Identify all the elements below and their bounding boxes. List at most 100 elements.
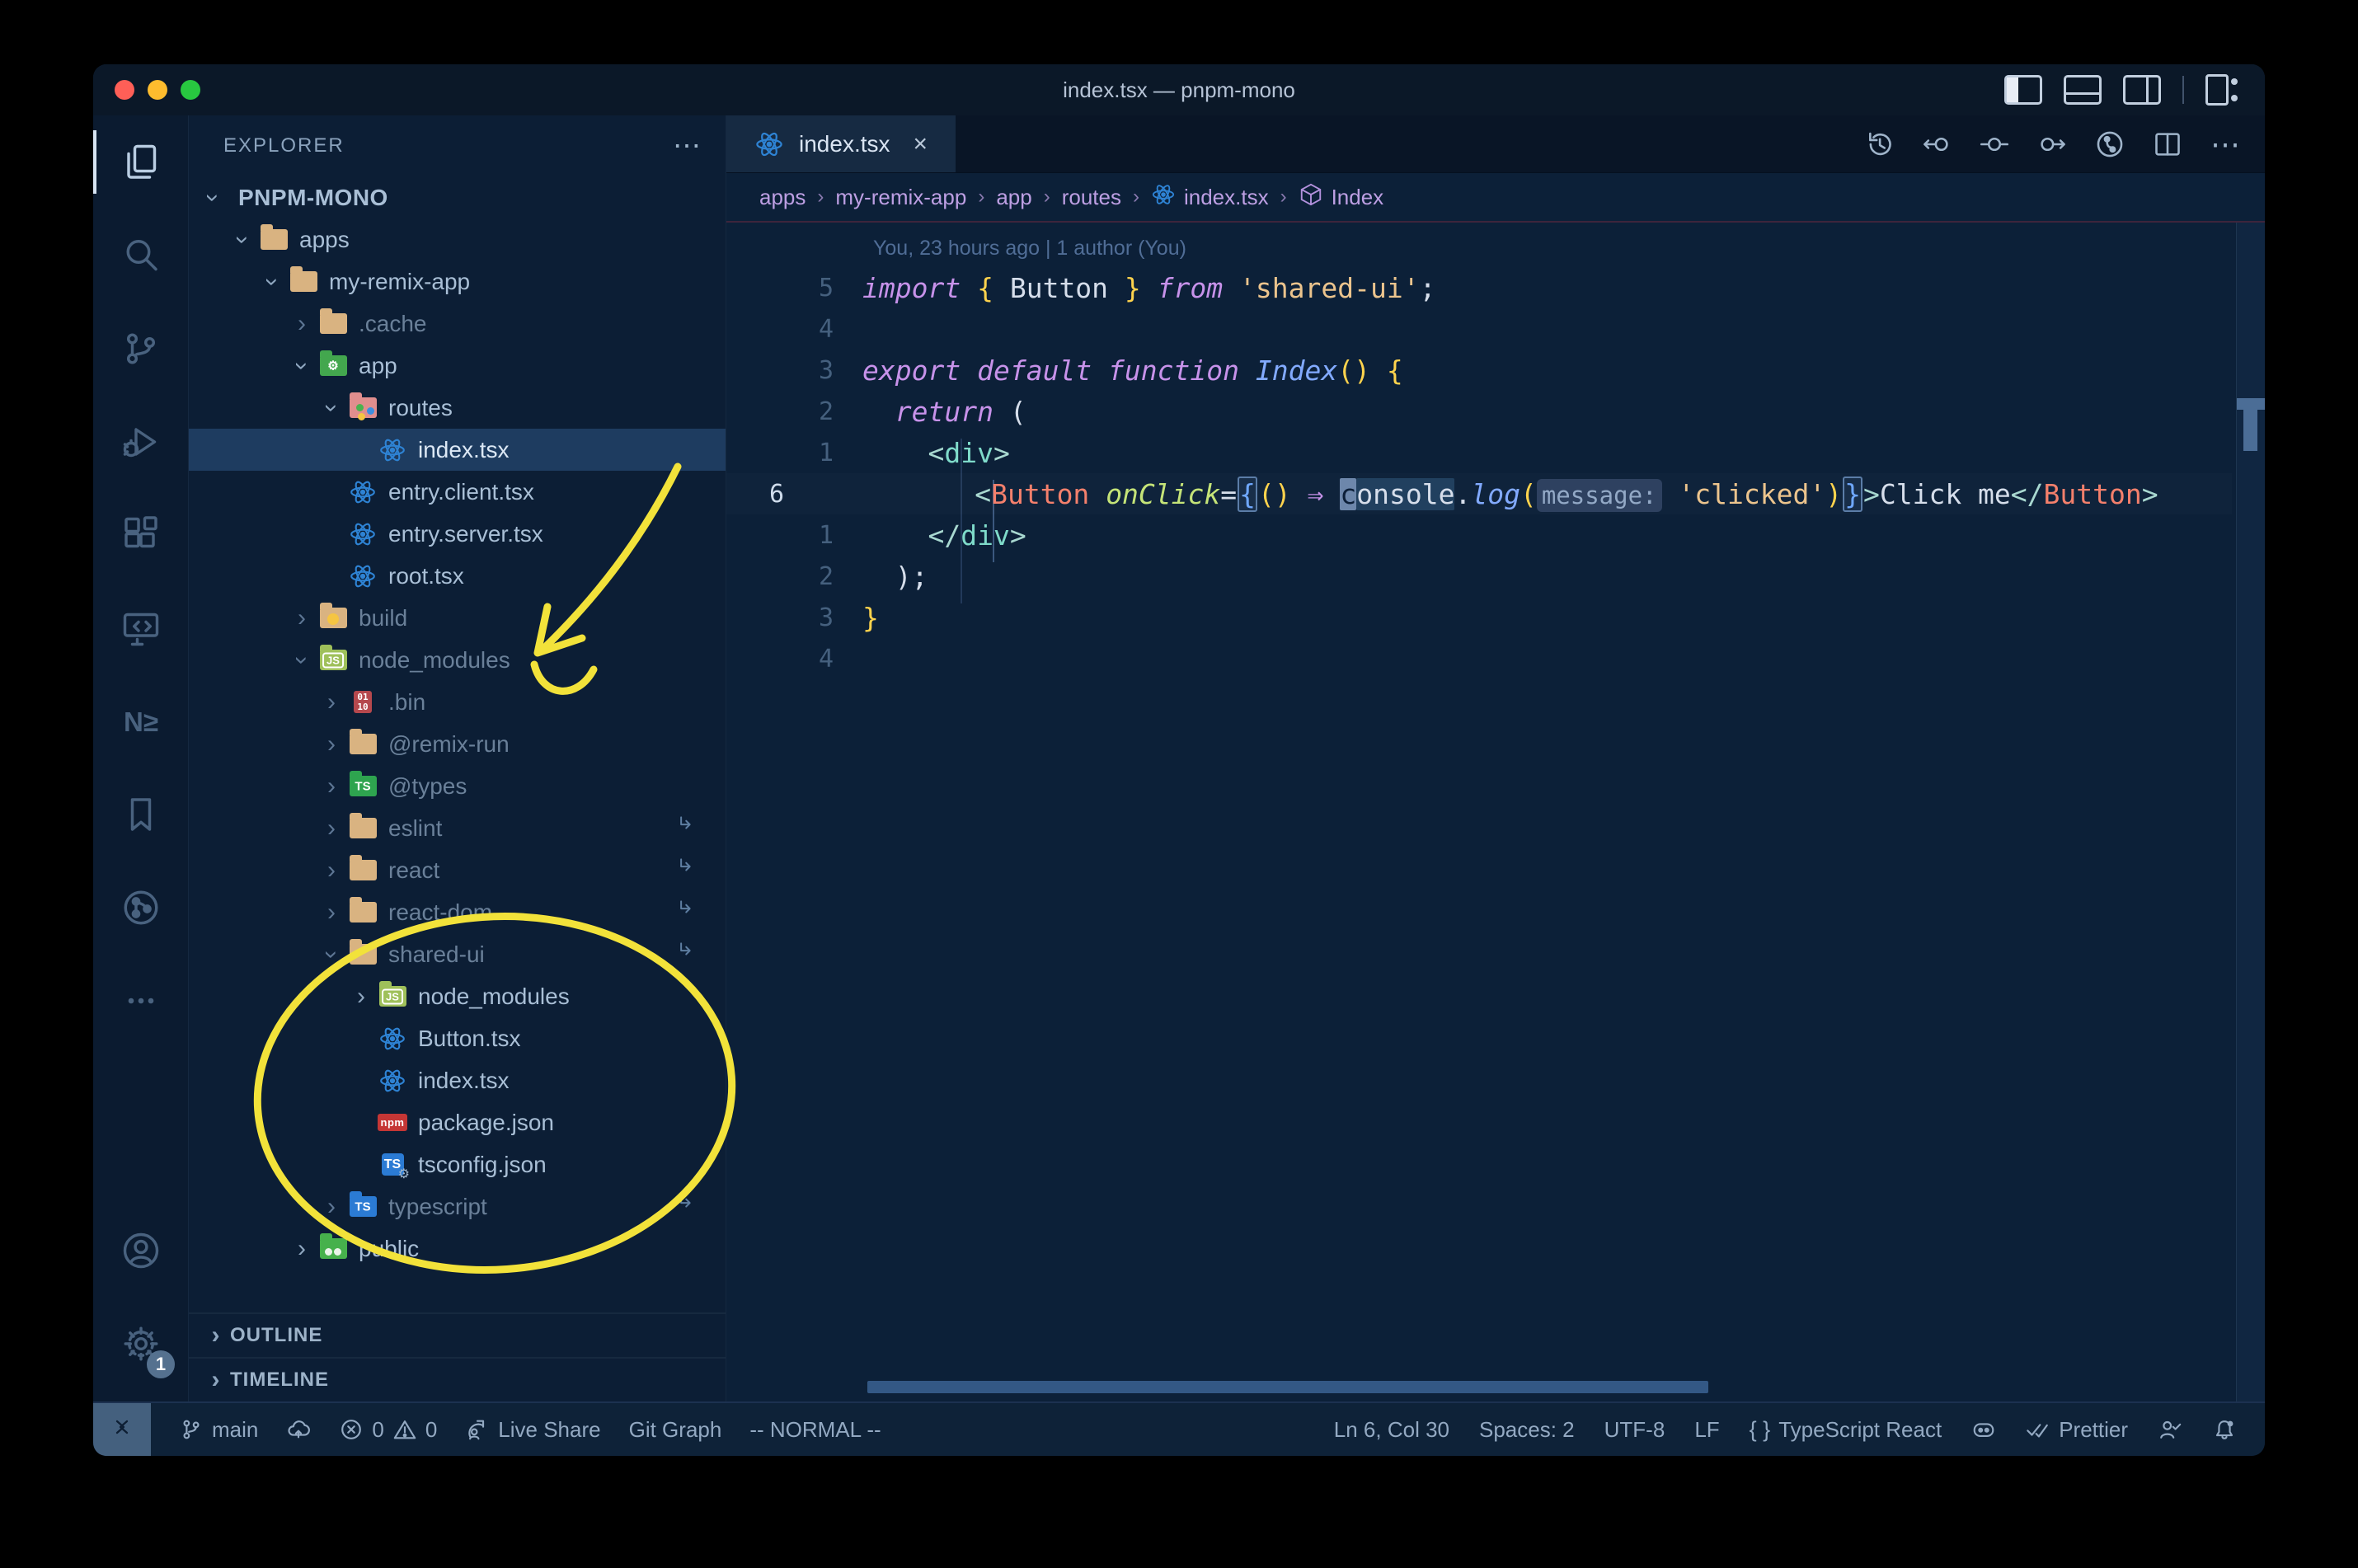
- status-git-graph[interactable]: Git Graph: [629, 1403, 722, 1456]
- prev-change-icon[interactable]: [1922, 129, 1952, 159]
- activity-item-bookmarks[interactable]: [93, 768, 188, 861]
- folder-tan-icon: [317, 308, 349, 338]
- tree-item-typescript[interactable]: › TS typescript: [189, 1185, 726, 1228]
- breadcrumb-item-routes[interactable]: routes: [1062, 185, 1121, 210]
- tree-item-build[interactable]: › build: [189, 597, 726, 639]
- file-npm-icon: npm: [377, 1109, 408, 1137]
- chevron-right-icon: ›: [327, 856, 336, 884]
- activity-item-search[interactable]: [93, 209, 188, 302]
- code-line-6[interactable]: 6 <Button onClick={() ⇒ console.log(mess…: [726, 473, 2232, 514]
- code-line-4[interactable]: 4: [726, 638, 2232, 679]
- tree-item-public[interactable]: › public: [189, 1228, 726, 1270]
- changes-icon[interactable]: [1980, 129, 2009, 159]
- status-problems[interactable]: 00: [339, 1403, 437, 1456]
- sidebar-sections: › OUTLINE › TIMELINE: [189, 1312, 726, 1401]
- tree-item-apps[interactable]: › apps: [189, 218, 726, 261]
- tree-item-routes[interactable]: › routes: [189, 387, 726, 429]
- status-git-branch[interactable]: main: [179, 1403, 258, 1456]
- code-line-5[interactable]: 5 import { Button } from 'shared-ui';: [726, 267, 2232, 308]
- tree-item-eslint[interactable]: › eslint: [189, 807, 726, 849]
- tree-item-shared-ui[interactable]: › shared-ui: [189, 933, 726, 975]
- tree-item-app[interactable]: › ⚙ app: [189, 345, 726, 387]
- tree-item--bin[interactable]: › 01 10 .bin: [189, 681, 726, 723]
- toggle-panel-icon[interactable]: [2064, 75, 2102, 105]
- toggle-sidebar-icon[interactable]: [2004, 75, 2042, 105]
- tree-item-node-modules[interactable]: › JS node_modules: [189, 639, 726, 681]
- activity-item-accounts[interactable]: [93, 1204, 188, 1297]
- code-line-1[interactable]: 1 </div>: [726, 514, 2232, 556]
- tree-item-index-tsx[interactable]: ›index.tsx: [189, 1059, 726, 1101]
- status-encoding[interactable]: UTF-8: [1604, 1403, 1665, 1456]
- status-eol[interactable]: LF: [1694, 1403, 1719, 1456]
- history-icon[interactable]: [1864, 129, 1894, 159]
- tree-item-pnpm-mono[interactable]: › PNPM-MONO: [189, 176, 726, 218]
- status-label: 0: [372, 1416, 384, 1442]
- status-vim-mode[interactable]: -- NORMAL --: [749, 1403, 881, 1456]
- status-formatter-prettier[interactable]: Prettier: [2026, 1403, 2128, 1456]
- commit-graph-icon[interactable]: [2095, 129, 2125, 159]
- vertical-scrollbar[interactable]: [2236, 223, 2265, 1401]
- horizontal-scrollbar[interactable]: [867, 1381, 1708, 1393]
- chevron-right-icon: ›: [327, 772, 336, 800]
- activity-item-source-control[interactable]: [93, 302, 188, 395]
- tree-item-my-remix-app[interactable]: › my-remix-app: [189, 261, 726, 303]
- breadcrumb-item-index[interactable]: Index: [1299, 182, 1383, 213]
- status-publish[interactable]: [286, 1403, 311, 1456]
- code-line-3[interactable]: 3}: [726, 597, 2232, 638]
- toggle-secondary-sidebar-icon[interactable]: [2123, 75, 2161, 105]
- svg-text:N≥: N≥: [124, 707, 158, 737]
- code-line-2[interactable]: 2 return (: [726, 391, 2232, 432]
- breadcrumb-item-app[interactable]: app: [996, 185, 1031, 210]
- status-notifications[interactable]: [2212, 1403, 2237, 1456]
- tree-item-react[interactable]: › react: [189, 849, 726, 891]
- breadcrumb-item-my-remix-app[interactable]: my-remix-app: [835, 185, 966, 210]
- activity-item-gitlens[interactable]: [93, 861, 188, 954]
- section-outline[interactable]: › OUTLINE: [189, 1312, 726, 1357]
- code-line-2[interactable]: 2 );: [726, 556, 2232, 597]
- status-remote-indicator[interactable]: [93, 1403, 151, 1456]
- activity-item-nx-console[interactable]: N≥: [93, 674, 188, 768]
- activity-item-run-debug[interactable]: [93, 395, 188, 488]
- tab-index-tsx[interactable]: index.tsx ×: [726, 115, 956, 172]
- activity-item-explorer[interactable]: [93, 115, 188, 209]
- code-line-1[interactable]: 1 <div>: [726, 432, 2232, 473]
- status-indentation[interactable]: Spaces: 2: [1479, 1403, 1575, 1456]
- status-live-share[interactable]: Live Share: [465, 1403, 601, 1456]
- tree-item-label: routes: [388, 394, 453, 420]
- split-editor-icon[interactable]: [2153, 129, 2182, 159]
- tree-item--cache[interactable]: › .cache: [189, 303, 726, 345]
- activity-item-extensions[interactable]: [93, 488, 188, 581]
- breadcrumb-item-apps[interactable]: apps: [759, 185, 806, 210]
- tree-item-react-dom[interactable]: › react-dom: [189, 891, 726, 933]
- code-line-4[interactable]: 4: [726, 308, 2232, 350]
- status-copilot[interactable]: [1971, 1403, 1996, 1456]
- status-cursor-position[interactable]: Ln 6, Col 30: [1334, 1403, 1449, 1456]
- tree-item-tsconfig-json[interactable]: ›TS⚙tsconfig.json: [189, 1143, 726, 1185]
- tree-item-entry-server-tsx[interactable]: ›entry.server.tsx: [189, 513, 726, 555]
- code-line-3[interactable]: 3 export default function Index() {: [726, 350, 2232, 391]
- next-change-icon[interactable]: [2037, 129, 2067, 159]
- customize-layout-icon[interactable]: [2205, 74, 2238, 106]
- editor-more-actions-icon[interactable]: ⋯: [2210, 127, 2242, 162]
- tree-item-root-tsx[interactable]: ›root.tsx: [189, 555, 726, 597]
- breadcrumb-item-index-tsx[interactable]: index.tsx: [1151, 182, 1269, 213]
- explorer-more-actions-icon[interactable]: ⋯: [673, 129, 702, 162]
- tree-item-package-json[interactable]: ›npmpackage.json: [189, 1101, 726, 1143]
- tree-item--types[interactable]: › TS @types: [189, 765, 726, 807]
- status-language-mode[interactable]: { } TypeScript React: [1750, 1403, 1942, 1456]
- close-tab-icon[interactable]: ×: [914, 130, 928, 158]
- tree-item-index-tsx[interactable]: ›index.tsx: [189, 429, 726, 471]
- line-number: 1: [818, 438, 834, 467]
- folder-tan-icon: [347, 897, 378, 927]
- section-timeline[interactable]: › TIMELINE: [189, 1357, 726, 1401]
- line-number: 4: [818, 314, 834, 344]
- tree-item-entry-client-tsx[interactable]: ›entry.client.tsx: [189, 471, 726, 513]
- code-area[interactable]: You, 23 hours ago | 1 author (You) 5 impor…: [726, 223, 2265, 1401]
- activity-item-settings[interactable]: 1: [93, 1297, 188, 1390]
- tree-item-button-tsx[interactable]: ›Button.tsx: [189, 1017, 726, 1059]
- tree-item--remix-run[interactable]: › @remix-run: [189, 723, 726, 765]
- activity-item-remote-explorer[interactable]: [93, 581, 188, 674]
- tree-item-node-modules[interactable]: › JS node_modules: [189, 975, 726, 1017]
- status-feedback[interactable]: [2158, 1403, 2182, 1456]
- activity-item-more[interactable]: [93, 954, 188, 1047]
